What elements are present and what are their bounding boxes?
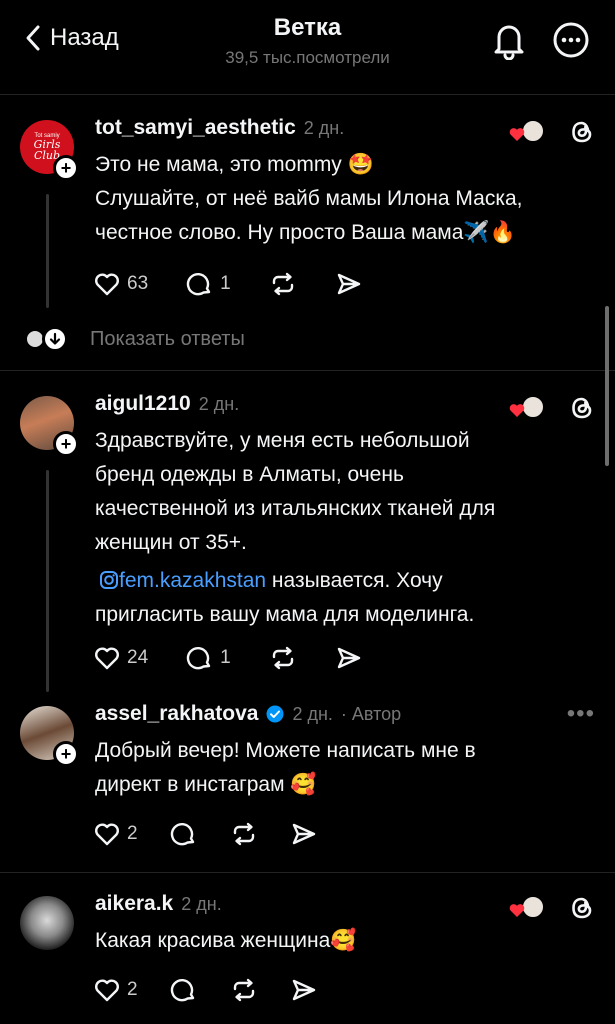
reply-count: 1: [220, 273, 231, 294]
follow-plus-button[interactable]: +: [53, 155, 79, 181]
reply-button[interactable]: 1: [186, 270, 231, 298]
share-button[interactable]: [290, 820, 318, 848]
post-body: aigul1210 2 дн. Здравствуйте, у меня ест…: [95, 392, 585, 632]
username[interactable]: tot_samyi_aesthetic: [95, 116, 296, 140]
like-count: 2: [127, 979, 138, 1000]
author-label: · Автор: [340, 704, 402, 724]
follow-plus-button[interactable]: +: [53, 741, 79, 767]
divider: [0, 370, 615, 371]
instagram-mention-link[interactable]: fem.kazakhstan: [95, 569, 266, 592]
repost-icon: [233, 822, 254, 846]
send-icon: [292, 823, 315, 845]
like-count: 63: [127, 273, 149, 294]
post-text: Здравствуйте, у меня есть небольшой брен…: [95, 429, 496, 626]
post-actions: 63 1: [93, 270, 363, 298]
post-body: assel_rakhatova 2 дн. · Автор Добрый веч…: [95, 702, 585, 802]
repost-button[interactable]: [230, 976, 258, 1004]
repost-icon: [233, 978, 254, 1002]
heart-icon: [95, 979, 119, 1002]
bell-icon[interactable]: [490, 20, 528, 60]
thread-line: [46, 194, 49, 308]
post-meta-icons: [509, 894, 595, 922]
liked-by-author-indicator: [509, 395, 547, 421]
threads-logo-icon[interactable]: [569, 894, 595, 922]
reply-count: 1: [220, 647, 231, 668]
repost-button[interactable]: [269, 270, 297, 298]
threads-logo-icon[interactable]: [569, 394, 595, 422]
post-text: Это не мама, это mommy 🤩 Слушайте, от не…: [95, 153, 523, 244]
like-button[interactable]: 2: [93, 820, 138, 848]
like-button[interactable]: 63: [93, 270, 148, 298]
heart-icon: [509, 904, 525, 917]
post-time: 2 дн.: [198, 394, 240, 414]
post-actions: 2: [93, 976, 318, 1004]
username[interactable]: assel_rakhatova: [95, 702, 258, 726]
like-count: 24: [127, 647, 149, 668]
share-button[interactable]: [290, 976, 318, 1004]
liked-by-author-indicator: [509, 119, 547, 145]
username[interactable]: aigul1210: [95, 392, 191, 416]
heart-icon: [509, 404, 525, 417]
thread-line: [46, 470, 49, 692]
reply-avatars: [24, 324, 70, 354]
post-time: 2 дн.: [292, 704, 333, 724]
post-text: Добрый вечер! Можете написать мне в дире…: [95, 739, 476, 796]
post-actions: 2: [93, 820, 318, 848]
like-button[interactable]: 2: [93, 976, 138, 1004]
heart-icon: [95, 273, 119, 296]
comment-icon: [170, 822, 194, 846]
more-options-icon[interactable]: •••: [567, 700, 595, 728]
post-meta-icons: •••: [567, 700, 595, 734]
divider: [0, 94, 615, 95]
send-icon: [337, 273, 360, 295]
more-circle-icon[interactable]: [553, 22, 589, 58]
scrollbar[interactable]: [605, 306, 609, 466]
heart-icon: [95, 647, 119, 670]
divider: [0, 872, 615, 873]
share-button[interactable]: [335, 270, 363, 298]
threads-logo-icon[interactable]: [569, 118, 595, 146]
heart-icon: [509, 128, 525, 141]
avatar[interactable]: [20, 896, 74, 950]
top-bar: Назад Ветка 39,5 тыс.посмотрели: [0, 0, 615, 76]
reply-button[interactable]: [170, 976, 198, 1004]
repost-button[interactable]: [230, 820, 258, 848]
repost-icon: [272, 646, 293, 670]
post-actions: 24 1: [93, 644, 363, 672]
show-replies-button[interactable]: Показать ответы: [24, 324, 245, 354]
like-button[interactable]: 24: [93, 644, 148, 672]
comment-icon: [170, 978, 194, 1002]
reply-button[interactable]: 1: [186, 644, 231, 672]
share-button[interactable]: [335, 644, 363, 672]
comment-icon: [186, 646, 211, 670]
show-replies-label: Показать ответы: [90, 327, 245, 350]
post-text: Какая красива женщина🥰: [95, 929, 357, 952]
verified-badge-icon: [266, 705, 284, 723]
repost-button[interactable]: [269, 644, 297, 672]
send-icon: [292, 979, 315, 1001]
post-time: 2 дн.: [303, 118, 345, 138]
instagram-icon: [100, 571, 118, 589]
heart-icon: [95, 823, 119, 846]
arrow-down-icon: [42, 326, 68, 352]
reply-button[interactable]: [170, 820, 198, 848]
comment-icon: [186, 272, 211, 296]
username[interactable]: aikera.k: [95, 892, 173, 916]
post-meta-icons: [509, 394, 595, 422]
like-count: 2: [127, 823, 138, 844]
repost-icon: [272, 272, 293, 296]
follow-plus-button[interactable]: +: [53, 431, 79, 457]
post-meta-icons: [509, 118, 595, 146]
post-time: 2 дн.: [181, 894, 222, 914]
liked-by-author-indicator: [509, 895, 547, 921]
send-icon: [337, 647, 360, 669]
